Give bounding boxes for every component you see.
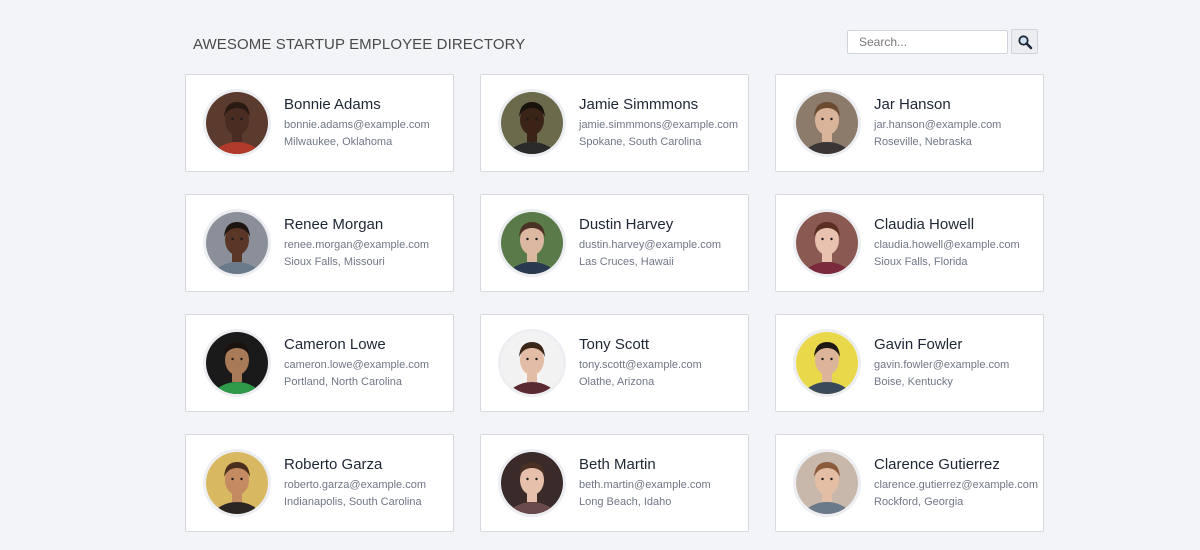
employee-card[interactable]: Gavin Fowler gavin.fowler@example.com Bois… [775, 314, 1044, 412]
employee-location: Spokane, South Carolina [579, 135, 702, 148]
employee-email: beth.martin@example.com [579, 478, 711, 491]
employee-info: Claudia Howell claudia.howell@example.com… [874, 215, 1020, 271]
employee-info: Renee Morgan renee.morgan@example.com Siou… [284, 215, 429, 271]
employee-location: Sioux Falls, Florida [874, 255, 968, 268]
employee-name: Renee Morgan [284, 215, 384, 233]
employee-name: Tony Scott [579, 335, 650, 353]
search-form [847, 29, 1038, 54]
employee-avatar [793, 329, 861, 397]
employee-card[interactable]: Jamie Simmmons jamie.simmmons@example.com… [480, 74, 749, 172]
employee-name: Dustin Harvey [579, 215, 674, 233]
employee-name: Roberto Garza [284, 455, 383, 473]
employee-avatar [203, 329, 271, 397]
employee-card[interactable]: Bonnie Adams bonnie.adams@example.com Milw… [185, 74, 454, 172]
employee-info: Roberto Garza roberto.garza@example.com In… [284, 455, 426, 511]
employee-name: Bonnie Adams [284, 95, 381, 113]
employee-avatar [498, 89, 566, 157]
employee-email: jamie.simmmons@example.com [579, 118, 739, 131]
employee-info: Gavin Fowler gavin.fowler@example.com Bois… [874, 335, 1009, 391]
employee-email: renee.morgan@example.com [284, 238, 430, 251]
employee-email: tony.scott@example.com [579, 358, 702, 371]
employee-email: bonnie.adams@example.com [284, 118, 430, 131]
employee-card[interactable]: Roberto Garza roberto.garza@example.com In… [185, 434, 454, 532]
employee-avatar [498, 449, 566, 517]
employee-name: Clarence Gutierrez [874, 455, 1000, 473]
search-button[interactable] [1011, 29, 1038, 54]
employee-info: Jamie Simmmons jamie.simmmons@example.com… [579, 95, 738, 151]
employee-card[interactable]: Clarence Gutierrez clarence.gutierrez@exa… [775, 434, 1044, 532]
employee-email: gavin.fowler@example.com [874, 358, 1010, 371]
employee-avatar [498, 329, 566, 397]
employee-email: jar.hanson@example.com [874, 118, 1002, 131]
employee-avatar [793, 209, 861, 277]
employee-info: Dustin Harvey dustin.harvey@example.com La… [579, 215, 721, 271]
search-input[interactable] [847, 29, 1008, 54]
page-title: AWESOME STARTUP EMPLOYEE DIRECTORY [193, 36, 526, 53]
employee-card[interactable]: Beth Martin beth.martin@example.com Long B… [480, 434, 749, 532]
employee-name: Beth Martin [579, 455, 656, 473]
employee-card[interactable]: Renee Morgan renee.morgan@example.com Siou… [185, 194, 454, 292]
employee-card[interactable]: Tony Scott tony.scott@example.com Olathe, … [480, 314, 749, 412]
employee-location: Rockford, Georgia [874, 495, 964, 508]
employee-card[interactable]: Dustin Harvey dustin.harvey@example.com La… [480, 194, 749, 292]
employee-info: Jar Hanson jar.hanson@example.com Rosevill… [874, 95, 1001, 151]
employee-info: Tony Scott tony.scott@example.com Olathe, … [579, 335, 702, 391]
employee-card[interactable]: Claudia Howell claudia.howell@example.com… [775, 194, 1044, 292]
employee-email: claudia.howell@example.com [874, 238, 1020, 251]
employee-info: Beth Martin beth.martin@example.com Long B… [579, 455, 711, 511]
employee-name: Gavin Fowler [874, 335, 963, 353]
employee-location: Portland, North Carolina [284, 375, 403, 388]
employee-info: Clarence Gutierrez clarence.gutierrez@exa… [874, 455, 1038, 511]
search-icon [1017, 34, 1033, 50]
employee-name: Jamie Simmmons [579, 95, 699, 113]
employee-email: clarence.gutierrez@example.com [874, 478, 1039, 491]
employee-name: Jar Hanson [874, 95, 951, 113]
employee-location: Indianapolis, South Carolina [284, 495, 422, 508]
employee-location: Olathe, Arizona [579, 375, 655, 388]
employee-location: Las Cruces, Hawaii [579, 255, 674, 268]
employee-email: dustin.harvey@example.com [579, 238, 722, 251]
employee-avatar [793, 89, 861, 157]
directory-page: AWESOME STARTUP EMPLOYEE DIRECTORY Bonni… [0, 0, 1200, 550]
employee-avatar [498, 209, 566, 277]
employee-info: Bonnie Adams bonnie.adams@example.com Milw… [284, 95, 430, 151]
employee-email: cameron.lowe@example.com [284, 358, 430, 371]
employee-card[interactable]: Cameron Lowe cameron.lowe@example.com Port… [185, 314, 454, 412]
employee-location: Boise, Kentucky [874, 375, 953, 388]
employee-location: Roseville, Nebraska [874, 135, 972, 148]
employee-location: Milwaukee, Oklahoma [284, 135, 393, 148]
employee-email: roberto.garza@example.com [284, 478, 427, 491]
employee-name: Cameron Lowe [284, 335, 386, 353]
employee-info: Cameron Lowe cameron.lowe@example.com Port… [284, 335, 429, 391]
employee-avatar [793, 449, 861, 517]
employee-location: Long Beach, Idaho [579, 495, 672, 508]
employee-card[interactable]: Jar Hanson jar.hanson@example.com Rosevill… [775, 74, 1044, 172]
employee-avatar [203, 89, 271, 157]
employee-avatar [203, 449, 271, 517]
employee-location: Sioux Falls, Missouri [284, 255, 385, 268]
employee-name: Claudia Howell [874, 215, 975, 233]
employee-avatar [203, 209, 271, 277]
employee-grid: Bonnie Adams bonnie.adams@example.com Milw… [185, 74, 1044, 532]
